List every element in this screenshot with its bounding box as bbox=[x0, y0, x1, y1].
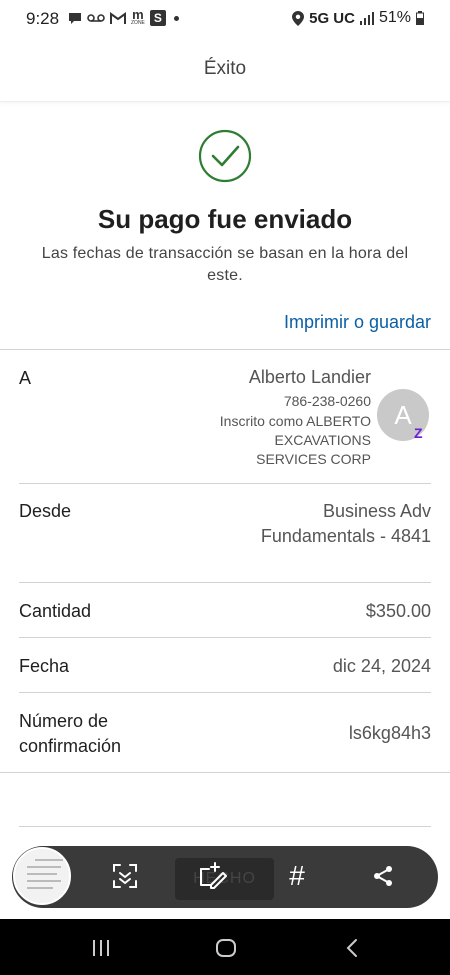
divider bbox=[19, 826, 431, 827]
network-label: 5G UC bbox=[309, 9, 355, 27]
status-bar: 9:28 m ZONE S 5G UC 51% bbox=[0, 0, 450, 36]
confirmation-label-line-2: confirmación bbox=[19, 736, 122, 756]
voicemail-icon bbox=[87, 14, 105, 22]
from-account-line-1: Business Adv bbox=[322, 501, 431, 521]
confirmation-value: ls6kg84h3 bbox=[348, 723, 431, 743]
notification-icons: m ZONE S bbox=[68, 7, 179, 27]
divider bbox=[19, 483, 431, 484]
thumb-line bbox=[35, 859, 63, 861]
date-label: Fecha bbox=[19, 656, 70, 676]
from-account-line-2: Fundamentals - 4841 bbox=[260, 526, 431, 546]
s-app-icon: S bbox=[149, 10, 166, 26]
gmail-icon bbox=[110, 11, 126, 24]
location-icon bbox=[292, 10, 305, 26]
divider bbox=[19, 582, 431, 583]
date-value: dic 24, 2024 bbox=[332, 656, 431, 676]
thumb-line bbox=[27, 880, 61, 882]
edit-icon[interactable] bbox=[195, 859, 229, 893]
success-title: Su pago fue enviado bbox=[97, 204, 353, 234]
print-or-save-link[interactable]: Imprimir o guardar bbox=[284, 312, 431, 333]
screenshot-toolbar: HECHO # bbox=[12, 846, 438, 908]
check-circle-icon bbox=[198, 129, 252, 183]
divider bbox=[19, 692, 431, 693]
thumb-line bbox=[27, 866, 61, 868]
screenshot-thumbnail[interactable] bbox=[13, 847, 71, 905]
amount-label: Cantidad bbox=[19, 601, 92, 621]
battery-icon bbox=[416, 11, 424, 25]
scan-icon[interactable] bbox=[108, 859, 142, 893]
system-icons: 5G UC 51% bbox=[292, 9, 424, 27]
system-nav-bar bbox=[0, 919, 450, 975]
signal-icon bbox=[359, 11, 374, 25]
confirmation-label-line-1: Número de bbox=[19, 711, 109, 731]
recipient-enrolled-line-1: Inscrito como ALBERTO bbox=[219, 413, 371, 429]
amount-value: $350.00 bbox=[365, 601, 431, 621]
hash-icon[interactable]: # bbox=[280, 859, 314, 893]
recents-icon[interactable] bbox=[88, 936, 114, 960]
success-subtitle: Las fechas de transacción se basan en la… bbox=[41, 245, 409, 284]
battery-percent: 51% bbox=[378, 9, 411, 26]
back-icon[interactable] bbox=[339, 936, 365, 960]
from-label: Desde bbox=[19, 501, 72, 521]
thumb-line bbox=[27, 873, 57, 875]
divider bbox=[19, 637, 431, 638]
app-header: Éxito bbox=[0, 36, 450, 102]
zelle-badge-icon: Z bbox=[414, 425, 423, 441]
divider bbox=[0, 772, 450, 773]
home-icon[interactable] bbox=[213, 936, 239, 960]
recipient-enrolled-line-3: SERVICES CORP bbox=[256, 451, 371, 467]
chat-icon bbox=[69, 13, 81, 24]
to-label: A bbox=[19, 368, 32, 388]
divider bbox=[0, 349, 450, 350]
thumb-line bbox=[27, 887, 53, 889]
dot-icon bbox=[173, 15, 179, 21]
recipient-phone: 786-238-0260 bbox=[283, 393, 371, 409]
recipient-enrolled-line-2: EXCAVATIONS bbox=[274, 432, 371, 448]
status-time: 9:28 bbox=[26, 9, 60, 28]
recipient-name: Alberto Landier bbox=[248, 367, 371, 387]
mzone-icon: m ZONE bbox=[131, 7, 145, 26]
share-icon[interactable] bbox=[366, 859, 400, 893]
page-title: Éxito bbox=[203, 58, 247, 79]
